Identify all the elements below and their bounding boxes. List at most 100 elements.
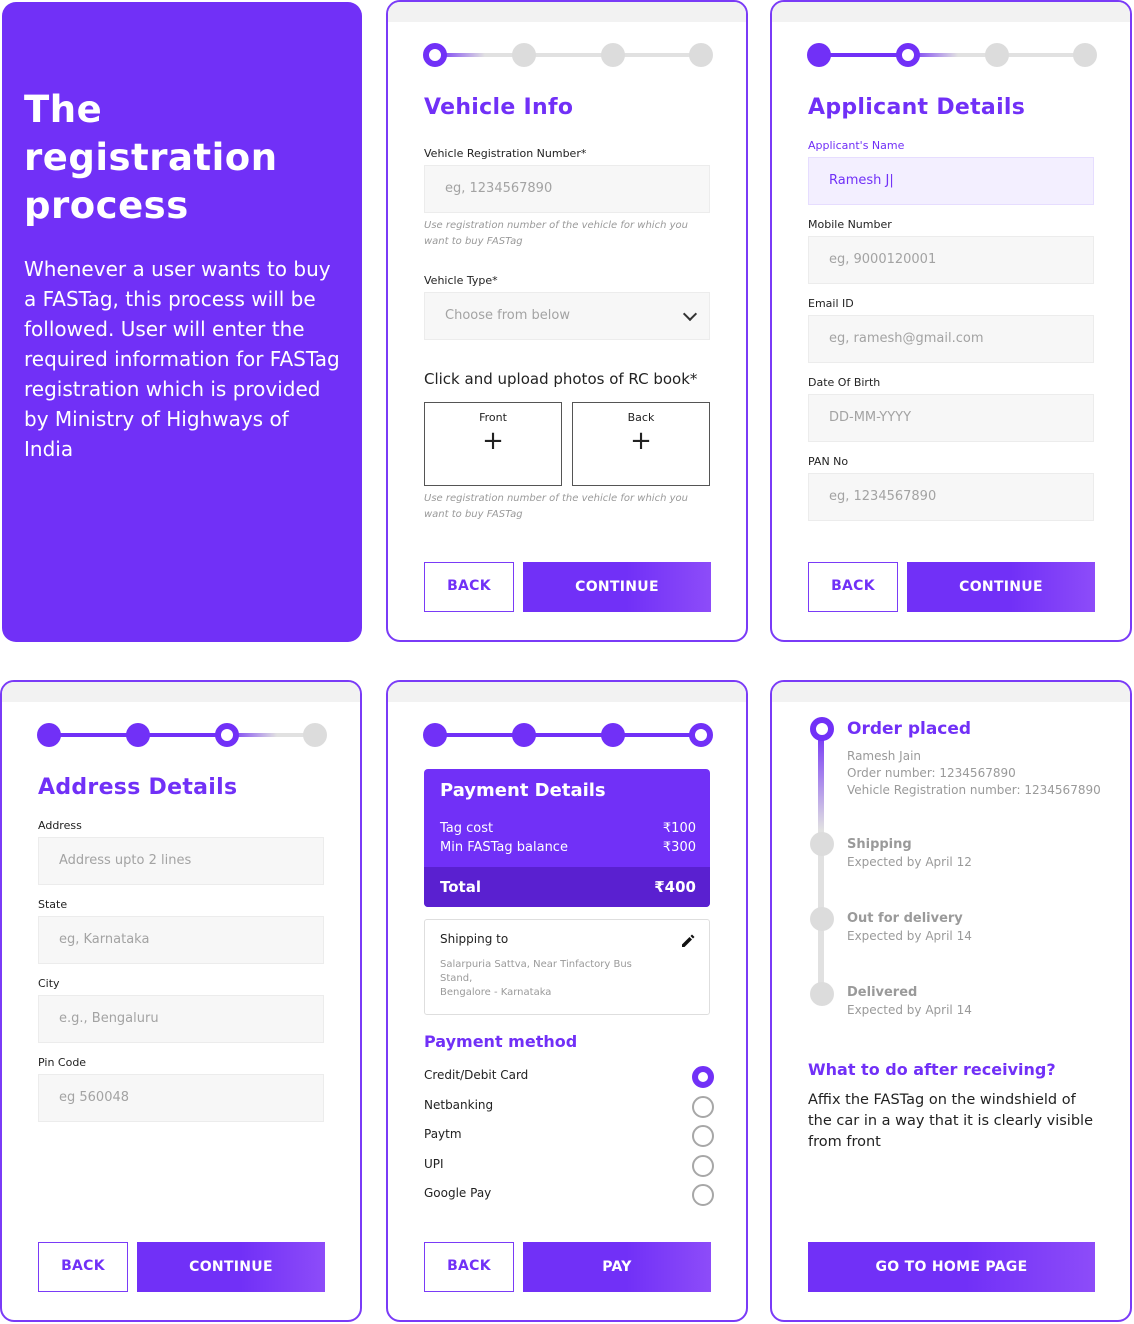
step-1-dot <box>807 43 831 67</box>
timeline-title-shipping: Shipping <box>847 837 912 852</box>
intro-title: The registration process <box>24 88 278 227</box>
step-2-dot <box>126 723 150 747</box>
mobile-input[interactable]: eg, 9000120001 <box>808 236 1094 284</box>
total-row: Total ₹400 <box>424 867 710 907</box>
radio-selected[interactable] <box>692 1066 714 1088</box>
plus-icon: + <box>630 426 652 456</box>
vehicle-type-label: Vehicle Type* <box>424 274 498 287</box>
payment-method-title: Payment method <box>424 1032 578 1051</box>
upload-title: Click and upload photos of RC book* <box>424 370 698 388</box>
city-input[interactable]: e.g., Bengaluru <box>38 995 324 1043</box>
timeline-dot-delivered <box>810 982 834 1006</box>
intro-panel: The registration process Whenever a user… <box>2 2 362 642</box>
step-1-dot <box>423 723 447 747</box>
timeline-dot-order-placed <box>810 717 834 741</box>
continue-button[interactable]: CONTINUE <box>137 1242 325 1292</box>
pan-input[interactable]: eg, 1234567890 <box>808 473 1094 521</box>
page-title: Address Details <box>38 775 238 800</box>
address-input[interactable]: Address upto 2 lines <box>38 837 324 885</box>
payment-option-google-pay[interactable]: Google Pay <box>424 1184 714 1208</box>
tag-cost-value: ₹100 <box>662 821 696 836</box>
step-2-dot <box>512 723 536 747</box>
back-button[interactable]: BACK <box>424 1242 514 1292</box>
applicant-details-card: Applicant Details Applicant's Name Rames… <box>770 0 1132 642</box>
pin-code-input[interactable]: eg 560048 <box>38 1074 324 1122</box>
dob-input[interactable]: DD-MM-YYYY <box>808 394 1094 442</box>
address-details-card: Address Details Address Address upto 2 l… <box>0 680 362 1322</box>
timeline-sub-shipping: Expected by April 12 <box>847 855 972 869</box>
timeline-line <box>818 730 824 1000</box>
after-receiving-title: What to do after receiving? <box>808 1060 1056 1079</box>
reg-number-label: Vehicle Registration Number* <box>424 147 587 160</box>
payment-option-label: Paytm <box>424 1127 462 1141</box>
timeline-title-out-for-delivery: Out for delivery <box>847 911 963 926</box>
radio-unselected[interactable] <box>692 1096 714 1118</box>
continue-button[interactable]: CONTINUE <box>907 562 1095 612</box>
pin-code-label: Pin Code <box>38 1056 87 1069</box>
radio-unselected[interactable] <box>692 1125 714 1147</box>
step-3-dot <box>601 43 625 67</box>
edit-pencil-icon[interactable] <box>681 934 695 948</box>
go-home-button[interactable]: GO TO HOME PAGE <box>808 1242 1095 1292</box>
progress-stepper <box>423 723 715 747</box>
step-4-dot <box>689 723 713 747</box>
vehicle-type-select[interactable]: Choose from below <box>424 292 710 340</box>
pay-button[interactable]: PAY <box>523 1242 711 1292</box>
radio-unselected[interactable] <box>692 1155 714 1177</box>
payment-option-label: Netbanking <box>424 1098 494 1112</box>
timeline-sub-out-for-delivery: Expected by April 14 <box>847 929 972 943</box>
payment-option-card[interactable]: Credit/Debit Card <box>424 1066 714 1090</box>
vehicle-type-value: Choose from below <box>445 308 570 323</box>
upload-front-label: Front <box>479 411 507 424</box>
step-3-dot <box>215 723 239 747</box>
state-label: State <box>38 898 68 911</box>
shipping-title: Shipping to <box>440 932 509 946</box>
radio-unselected[interactable] <box>692 1184 714 1206</box>
applicant-name-input[interactable]: Ramesh J| <box>808 157 1094 205</box>
customer-name: Ramesh Jain <box>847 749 922 763</box>
step-3-dot <box>985 43 1009 67</box>
min-balance-row: Min FASTag balance ₹300 <box>440 840 696 855</box>
timeline-title-delivered: Delivered <box>847 985 918 1000</box>
continue-button[interactable]: CONTINUE <box>523 562 711 612</box>
payment-option-paytm[interactable]: Paytm <box>424 1125 714 1149</box>
intro-body: Whenever a user wants to buy a FASTag, t… <box>24 257 340 461</box>
payment-option-netbanking[interactable]: Netbanking <box>424 1096 714 1120</box>
mobile-label: Mobile Number <box>808 218 892 231</box>
back-button[interactable]: BACK <box>808 562 898 612</box>
upload-back-label: Back <box>627 411 655 424</box>
order-number: Order number: 1234567890 <box>847 766 1016 780</box>
address-label: Address <box>38 819 82 832</box>
total-value: ₹400 <box>654 878 696 896</box>
step-4-dot <box>1073 43 1097 67</box>
payment-card: Payment Details Tag cost ₹100 Min FASTag… <box>386 680 748 1322</box>
pan-label: PAN No <box>808 455 849 468</box>
step-1-dot <box>423 43 447 67</box>
upload-hint: Use registration number of the vehicle f… <box>424 493 688 520</box>
upload-back-button[interactable]: Back + <box>572 402 710 486</box>
step-3-dot <box>601 723 625 747</box>
timeline-dot-out-for-delivery <box>810 907 834 931</box>
progress-stepper <box>807 43 1099 67</box>
payment-option-upi[interactable]: UPI <box>424 1155 714 1179</box>
timeline-dot-shipping <box>810 832 834 856</box>
city-label: City <box>38 977 60 990</box>
email-input[interactable]: eg, ramesh@gmail.com <box>808 315 1094 363</box>
payment-option-label: Google Pay <box>424 1186 492 1200</box>
state-input[interactable]: eg, Karnataka <box>38 916 324 964</box>
min-balance-value: ₹300 <box>662 840 696 855</box>
dob-label: Date Of Birth <box>808 376 881 389</box>
back-button[interactable]: BACK <box>38 1242 128 1292</box>
payment-summary: Payment Details Tag cost ₹100 Min FASTag… <box>424 769 710 907</box>
plus-icon: + <box>482 426 504 456</box>
step-4-dot <box>303 723 327 747</box>
after-receiving-text: Affix the FASTag on the windshield of th… <box>808 1092 1093 1150</box>
upload-front-button[interactable]: Front + <box>424 402 562 486</box>
payment-option-label: UPI <box>424 1157 444 1171</box>
step-4-dot <box>689 43 713 67</box>
reg-number-input[interactable]: eg, 1234567890 <box>424 165 710 213</box>
step-2-dot <box>512 43 536 67</box>
chevron-down-icon <box>682 306 698 322</box>
timeline-sub-delivered: Expected by April 14 <box>847 1003 972 1017</box>
back-button[interactable]: BACK <box>424 562 514 612</box>
